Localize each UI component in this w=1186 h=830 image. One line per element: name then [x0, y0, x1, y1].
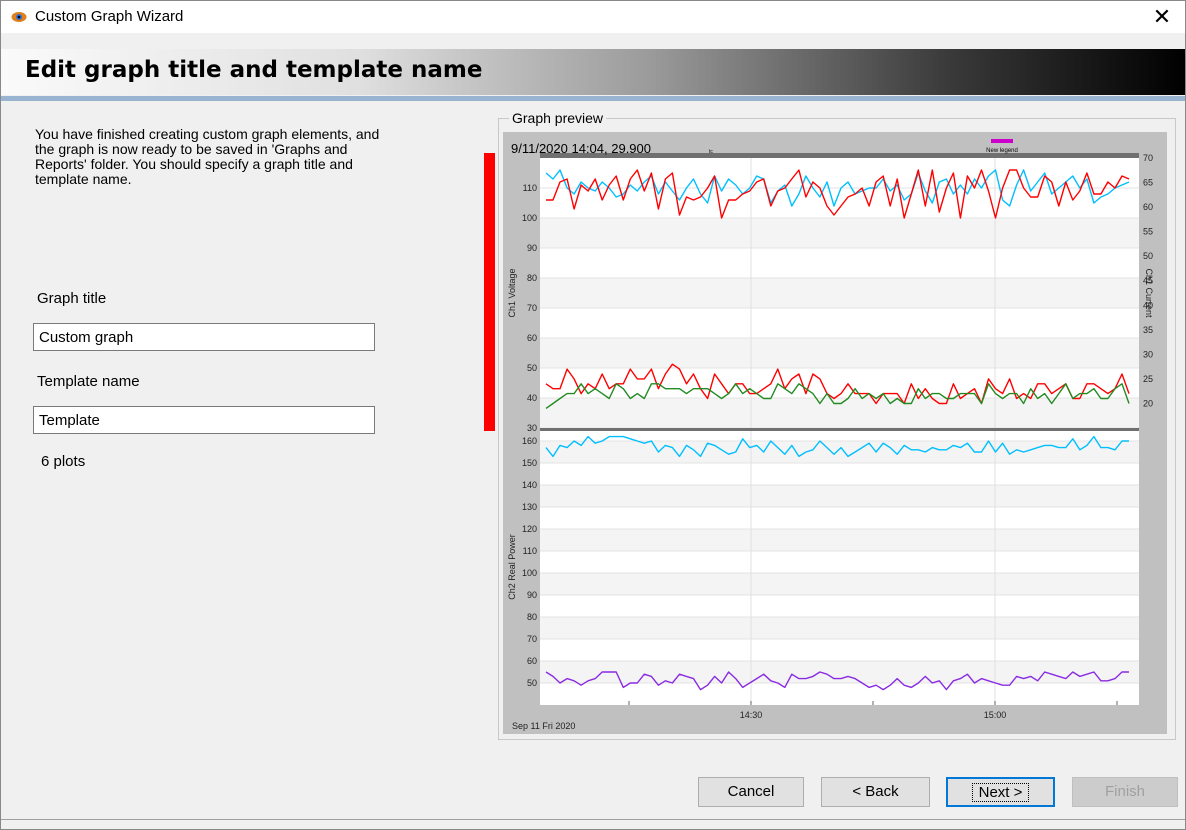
x-tick-label: 14:30 [740, 710, 763, 720]
bottom-edge [1, 819, 1185, 820]
y-tick-label: 140 [522, 480, 537, 490]
graph-preview-label: Graph preview [509, 110, 607, 126]
y2-tick-label: 60 [1143, 202, 1153, 212]
legend-label: New legend [986, 148, 1018, 154]
grid-band [540, 398, 1139, 428]
close-icon: ✕ [1152, 4, 1172, 29]
finish-label: Finish [1104, 783, 1145, 800]
y-tick-label: 60 [527, 656, 537, 666]
graph-preview-chart[interactable]: 3040506070809010011020253035404550556065… [503, 132, 1167, 734]
x-tick-label: 15:00 [984, 710, 1007, 720]
cancel-button[interactable]: Cancel [698, 777, 804, 807]
instructions-text: You have finished creating custom graph … [35, 126, 380, 187]
y-tick-label: 160 [522, 436, 537, 446]
grid-band [540, 529, 1139, 551]
next-label: Next > [971, 783, 1030, 802]
y-tick-label: 90 [527, 590, 537, 600]
ch1-current-axis-label: Ch1 Current [1144, 268, 1154, 318]
y-tick-label: 100 [522, 213, 537, 223]
y2-tick-label: 20 [1143, 398, 1153, 408]
cursor-readout: 9/11/2020 14:04, 29.900 [511, 141, 651, 156]
grid-band [540, 617, 1139, 639]
y-tick-label: 80 [527, 273, 537, 283]
ch1-voltage-axis-label: Ch1 Voltage [507, 268, 517, 317]
window-title: Custom Graph Wizard [35, 8, 184, 25]
y-tick-label: 150 [522, 458, 537, 468]
legend-swatch [991, 139, 1013, 143]
y2-tick-label: 30 [1143, 349, 1153, 359]
template-name-input[interactable] [33, 406, 375, 434]
date-label: Sep 11 Fri 2020 [512, 721, 575, 731]
graph-title-input[interactable] [33, 323, 375, 351]
panel-separator [540, 428, 1139, 431]
y-tick-label: 70 [527, 634, 537, 644]
ch2-power-axis-label: Ch2 Real Power [507, 534, 517, 600]
title-bar: Custom Graph Wizard ✕ [1, 1, 1185, 33]
y-tick-label: 50 [527, 363, 537, 373]
grid-band [540, 218, 1139, 248]
close-button[interactable]: ✕ [1139, 1, 1185, 33]
y2-tick-label: 55 [1143, 227, 1153, 237]
y2-tick-label: 70 [1143, 153, 1153, 163]
y-tick-label: 80 [527, 612, 537, 622]
plots-count: 6 plots [41, 453, 86, 470]
y-tick-label: 50 [527, 678, 537, 688]
small-marker-text: tc [709, 149, 713, 155]
y-tick-label: 120 [522, 524, 537, 534]
grid-band [540, 441, 1139, 463]
grid-band [540, 573, 1139, 595]
header-divider [1, 96, 1185, 101]
y-tick-label: 130 [522, 502, 537, 512]
back-label: < Back [852, 783, 899, 800]
y-tick-label: 110 [523, 546, 537, 556]
graph-title-label: Graph title [37, 290, 107, 307]
y2-tick-label: 50 [1143, 251, 1153, 261]
back-button[interactable]: < Back [821, 777, 930, 807]
template-name-label: Template name [37, 373, 140, 390]
page-title: Edit graph title and template name [25, 57, 483, 83]
wizard-window: Custom Graph Wizard ✕ Edit graph title a… [0, 0, 1186, 830]
preview-marker-bar [484, 153, 495, 431]
next-button[interactable]: Next > [946, 777, 1055, 807]
header-banner: Edit graph title and template name [1, 49, 1185, 95]
app-eye-icon [11, 12, 27, 22]
finish-button[interactable]: Finish [1072, 777, 1178, 807]
y-tick-label: 30 [527, 423, 537, 433]
y-tick-label: 90 [527, 243, 537, 253]
y-tick-label: 100 [522, 568, 537, 578]
grid-band [540, 661, 1139, 683]
y-tick-label: 70 [527, 303, 537, 313]
grid-band [540, 485, 1139, 507]
y-tick-label: 60 [527, 333, 537, 343]
y2-tick-label: 65 [1143, 178, 1153, 188]
y-tick-label: 110 [523, 183, 537, 193]
y2-tick-label: 25 [1143, 374, 1153, 384]
grid-band [540, 278, 1139, 308]
y-tick-label: 40 [527, 393, 537, 403]
grid-band [540, 338, 1139, 368]
cancel-label: Cancel [727, 783, 775, 800]
y2-tick-label: 35 [1143, 325, 1153, 335]
